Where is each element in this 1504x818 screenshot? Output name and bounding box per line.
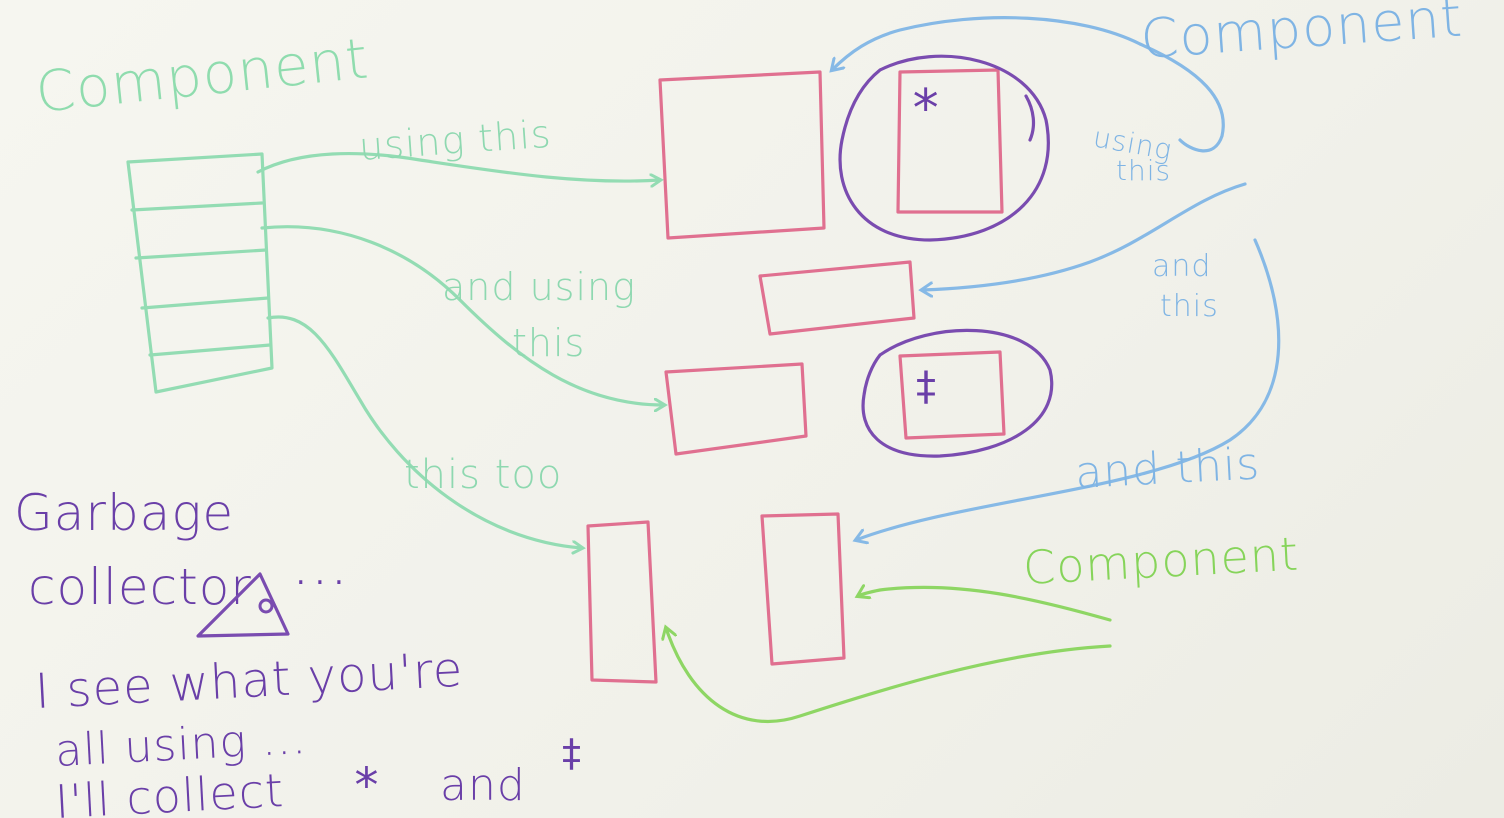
note-asterisk: *	[352, 758, 381, 814]
diagram-canvas: Component using this and using this this…	[14, 0, 1465, 818]
label-this-1: this	[512, 321, 585, 365]
note-dots: . . .	[296, 557, 344, 592]
label-using-this: using this	[358, 112, 553, 169]
object-box-5	[760, 512, 846, 666]
arrow-and-using-this	[260, 225, 664, 405]
circle-tail-mark	[1024, 94, 1036, 142]
arrow-lime-2	[666, 628, 1112, 724]
label-and-small: and	[1152, 249, 1211, 284]
whiteboard: Component using this and using this this…	[0, 0, 1504, 818]
note-i-see: I see what you're	[34, 642, 465, 720]
note-garbage: Garbage	[14, 484, 234, 542]
label-and-using: and using	[442, 265, 636, 309]
marker-dagger: ‡	[916, 364, 936, 410]
note-and: and	[440, 760, 526, 811]
note-dagger: ‡	[562, 731, 581, 775]
label-component-top-left: Component	[33, 26, 372, 126]
label-this-too: this too	[404, 452, 562, 498]
object-box-3	[664, 362, 808, 456]
label-component-bottom-right: Component	[1022, 527, 1301, 595]
object-box-4	[586, 520, 658, 684]
left-component-stack	[126, 152, 274, 394]
note-collector: collector	[28, 558, 252, 616]
label-this-small-2: this	[1160, 289, 1219, 324]
label-this-small: this	[1116, 154, 1171, 187]
object-box-1	[658, 70, 826, 240]
object-box-2	[758, 260, 916, 336]
marker-asterisk: *	[910, 79, 941, 139]
label-component-top-right: Component	[1139, 0, 1465, 71]
label-and-this: and this	[1074, 438, 1261, 499]
